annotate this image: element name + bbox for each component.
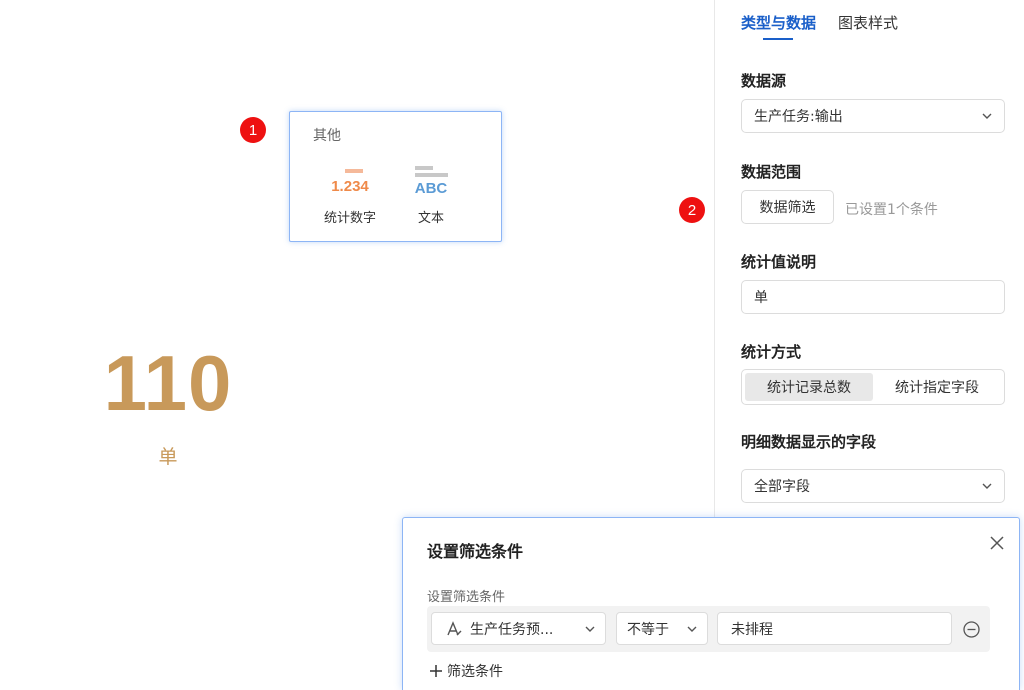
data-range-label: 数据范围 [741, 163, 802, 181]
close-icon[interactable] [989, 535, 1005, 551]
stat-value: 110 [103, 339, 233, 427]
data-filter-button[interactable]: 数据筛选 [741, 190, 834, 224]
data-source-label: 数据源 [741, 72, 787, 90]
stat-method-count[interactable]: 统计记录总数 [745, 373, 873, 401]
panel-tabs: 类型与数据 图表样式 [741, 12, 898, 42]
detail-fields-label: 明细数据显示的字段 [741, 433, 877, 451]
detail-fields-select[interactable]: 全部字段 [741, 469, 1005, 503]
remove-condition-icon[interactable] [963, 621, 980, 638]
stat-unit: 单 [158, 446, 178, 468]
marker-2: 2 [679, 197, 705, 223]
condition-field-select[interactable]: 生产任务预... [431, 612, 606, 645]
chart-type-label: 统计数字 [323, 211, 376, 226]
chart-type-label: 文本 [417, 211, 444, 226]
chart-type-text[interactable]: ABC 文本 [391, 162, 471, 232]
text-icon: ABC [391, 162, 471, 202]
chevron-down-icon [585, 626, 595, 632]
condition-row: 生产任务预... 不等于 未排程 [427, 606, 990, 652]
text-field-icon [447, 620, 462, 635]
plus-icon [430, 665, 442, 677]
chevron-down-icon [687, 626, 697, 632]
chart-type-popover: 其他 1.234 统计数字 ABC 文本 [289, 111, 502, 242]
filter-dialog: 设置筛选条件 设置筛选条件 生产任务预... 不等于 未排程 筛选条件 [402, 517, 1020, 690]
tab-type-data[interactable]: 类型与数据 [741, 12, 816, 40]
number-icon: 1.234 [310, 162, 390, 202]
chevron-down-icon [982, 483, 992, 489]
chevron-down-icon [982, 113, 992, 119]
dialog-subtitle: 设置筛选条件 [427, 590, 506, 605]
stat-method-label: 统计方式 [741, 343, 802, 361]
condition-value-input[interactable]: 未排程 [717, 612, 952, 645]
stat-method-toggle: 统计记录总数 统计指定字段 [741, 369, 1005, 405]
marker-1: 1 [240, 117, 266, 143]
dialog-title: 设置筛选条件 [427, 542, 524, 561]
add-condition-button[interactable]: 筛选条件 [429, 661, 503, 681]
popover-title: 其他 [313, 128, 341, 144]
chart-type-stat-number[interactable]: 1.234 统计数字 [310, 162, 390, 232]
tab-chart-style[interactable]: 图表样式 [838, 12, 898, 38]
stat-desc-input[interactable]: 单 [741, 280, 1005, 314]
filter-hint: 已设置1个条件 [845, 202, 938, 218]
condition-operator-select[interactable]: 不等于 [616, 612, 708, 645]
stat-desc-label: 统计值说明 [741, 253, 817, 271]
data-source-select[interactable]: 生产任务:输出 [741, 99, 1005, 133]
stat-method-field[interactable]: 统计指定字段 [873, 373, 1001, 401]
